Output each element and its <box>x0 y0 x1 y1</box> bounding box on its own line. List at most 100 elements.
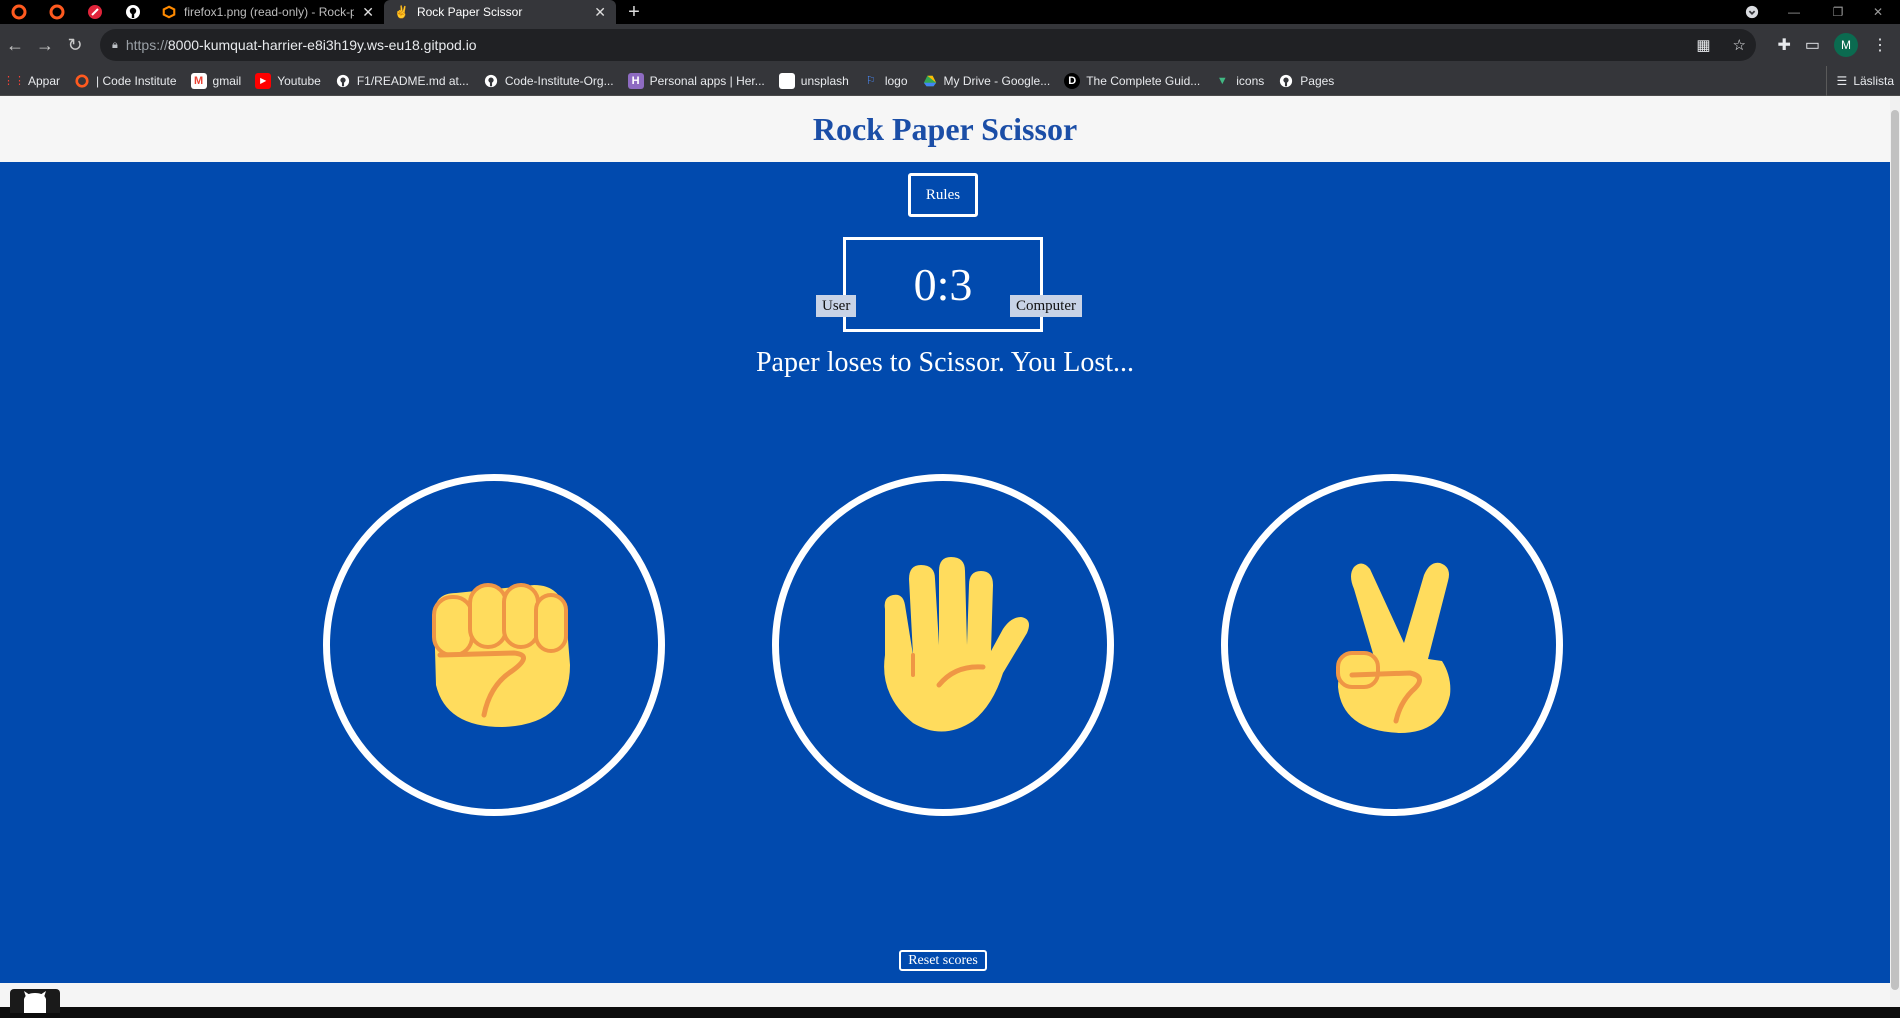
youtube-icon: ▶ <box>255 72 272 89</box>
scrollbar-thumb[interactable] <box>1891 110 1899 990</box>
bookmark-label: logo <box>884 73 908 88</box>
reading-list-label: Läslista <box>1853 74 1894 88</box>
tab-search-icon[interactable] <box>1730 0 1774 24</box>
bookmarks-bar: ⋮⋮ Appar | Code Institute M gmail ▶ Yout… <box>0 66 1900 96</box>
code-institute-icon <box>74 73 90 89</box>
game-area: Rules 0:3 User Computer Paper loses to S… <box>0 162 1890 983</box>
profile-avatar[interactable]: M <box>1834 33 1858 57</box>
bookmark-label: icons <box>1236 73 1265 88</box>
flag-icon: ⚐ <box>865 75 876 87</box>
bookmark-star-icon[interactable]: ☆ <box>1733 36 1746 54</box>
bookmark-label: Appar <box>28 73 61 88</box>
tab-rock-paper-scissor[interactable]: ✌ Rock Paper Scissor ✕ <box>384 0 616 24</box>
paper-choice-button[interactable] <box>772 474 1114 816</box>
bookmark-label: | Code Institute <box>96 73 177 88</box>
page-footer <box>0 983 1890 1013</box>
scissor-choice-button[interactable] <box>1221 474 1563 816</box>
bookmark-code-institute-org[interactable]: Code-Institute-Org... <box>483 73 614 89</box>
gitpod-icon <box>162 5 176 19</box>
web-page: Rock Paper Scissor Rules 0:3 User Comput… <box>0 96 1900 1013</box>
result-message: Paper loses to Scissor. You Lost... <box>755 347 1135 378</box>
victory-hand-favicon-icon: ✌ <box>394 5 409 19</box>
page-title: Rock Paper Scissor <box>812 110 1078 147</box>
reload-icon[interactable]: ↻ <box>60 30 90 60</box>
tab-firefox-png[interactable]: firefox1.png (read-only) - Rock-p ✕ <box>152 0 384 24</box>
score-board: 0:3 <box>843 237 1043 332</box>
bookmark-gmail[interactable]: M gmail <box>190 72 242 89</box>
app-red-icon <box>88 5 102 19</box>
bookmark-label: gmail <box>212 73 242 88</box>
github-icon <box>126 5 140 19</box>
browser-tab-bar: firefox1.png (read-only) - Rock-p ✕ ✌ Ro… <box>0 0 1900 24</box>
pinned-tab-github[interactable] <box>114 0 152 24</box>
gmail-icon: M <box>190 72 207 89</box>
rock-choice-button[interactable] <box>323 474 665 816</box>
github-footer-icon[interactable] <box>10 989 60 1013</box>
back-icon[interactable]: ← <box>0 30 30 60</box>
bookmark-code-institute[interactable]: | Code Institute <box>74 73 177 89</box>
bookmark-label: Code-Institute-Org... <box>504 73 614 88</box>
new-tab-button[interactable]: + <box>616 0 652 24</box>
tab-title: Rock Paper Scissor <box>416 5 523 19</box>
tab-close-icon[interactable]: ✕ <box>362 4 374 21</box>
opera-icon <box>11 4 27 20</box>
forward-icon[interactable]: → <box>30 30 60 60</box>
reading-list-icon: ☰ <box>1836 74 1848 88</box>
unsplash-icon <box>778 72 795 89</box>
minimize-icon[interactable]: — <box>1772 0 1816 24</box>
page-scrollbar[interactable] <box>1890 96 1900 1007</box>
user-badge: User <box>816 295 857 317</box>
tab-close-icon[interactable]: ✕ <box>594 4 606 21</box>
cast-icon[interactable]: ▭ <box>1805 35 1820 55</box>
bookmark-youtube[interactable]: ▶ Youtube <box>255 72 321 89</box>
bookmark-label: Youtube <box>277 73 321 88</box>
rules-button[interactable]: Rules <box>908 173 978 217</box>
bookmark-unsplash[interactable]: unsplash <box>778 72 849 89</box>
pinned-tab-opera-2[interactable] <box>38 0 76 24</box>
bookmark-label: F1/README.md at... <box>356 73 469 88</box>
bookmark-label: Personal apps | Her... <box>649 73 765 88</box>
heroku-icon: H <box>627 72 644 89</box>
computer-badge: Computer <box>1010 295 1082 317</box>
score-value: 0:3 <box>913 259 973 310</box>
github-icon <box>483 73 499 89</box>
pinned-tab-app[interactable] <box>76 0 114 24</box>
url-host: 8000-kumquat-harrier-e8i3h19y.ws-eu18.gi… <box>167 37 477 53</box>
extensions-puzzle-icon[interactable]: ✚ <box>1777 35 1790 55</box>
vue-icon: ▼ <box>1216 74 1228 87</box>
bookmark-label: Pages <box>1300 73 1335 88</box>
bookmark-pages[interactable]: Pages <box>1278 73 1334 89</box>
bookmark-logo[interactable]: ⚐ logo <box>863 73 908 89</box>
victory-hand-icon <box>1336 562 1451 733</box>
url-scheme: https:// <box>125 37 168 53</box>
bookmark-appar[interactable]: ⋮⋮ Appar <box>3 73 61 89</box>
bookmark-icons[interactable]: ▼ icons <box>1214 73 1264 89</box>
qr-code-icon[interactable]: ▦ <box>1696 36 1710 54</box>
pinned-tab-opera[interactable] <box>0 0 38 24</box>
menu-kebab-icon[interactable]: ⋮ <box>1872 35 1888 55</box>
bookmark-label: The Complete Guid... <box>1086 73 1201 88</box>
bookmark-complete-guide[interactable]: D The Complete Guid... <box>1064 72 1201 89</box>
browser-toolbar: ← → ↻ 🔒︎ https:// 8000-kumquat-harrier-e… <box>0 24 1900 66</box>
google-drive-icon <box>922 73 938 89</box>
close-window-icon[interactable]: ✕ <box>1856 0 1900 24</box>
github-icon <box>1278 73 1294 89</box>
address-bar[interactable]: 🔒︎ https:// 8000-kumquat-harrier-e8i3h19… <box>100 29 1756 61</box>
bookmark-heroku[interactable]: H Personal apps | Her... <box>627 72 765 89</box>
fist-icon <box>432 583 570 727</box>
raised-hand-icon <box>884 557 1029 732</box>
bookmark-label: unsplash <box>800 73 849 88</box>
opera-icon <box>49 4 65 20</box>
lock-icon: 🔒︎ <box>112 38 118 51</box>
page-header: Rock Paper Scissor <box>0 96 1890 162</box>
apps-grid-icon: ⋮⋮ <box>3 75 25 87</box>
bookmark-google-drive[interactable]: My Drive - Google... <box>922 73 1051 89</box>
bookmark-f1-readme[interactable]: F1/README.md at... <box>335 73 469 89</box>
d-logo-icon: D <box>1064 72 1081 89</box>
github-icon <box>335 73 351 89</box>
reset-scores-button[interactable]: Reset scores <box>899 950 987 971</box>
bookmark-label: My Drive - Google... <box>943 73 1051 88</box>
reading-list-button[interactable]: ☰ Läslista <box>1825 66 1894 96</box>
tab-title: firefox1.png (read-only) - Rock-p <box>184 5 355 19</box>
restore-icon[interactable]: ❐ <box>1816 0 1860 24</box>
